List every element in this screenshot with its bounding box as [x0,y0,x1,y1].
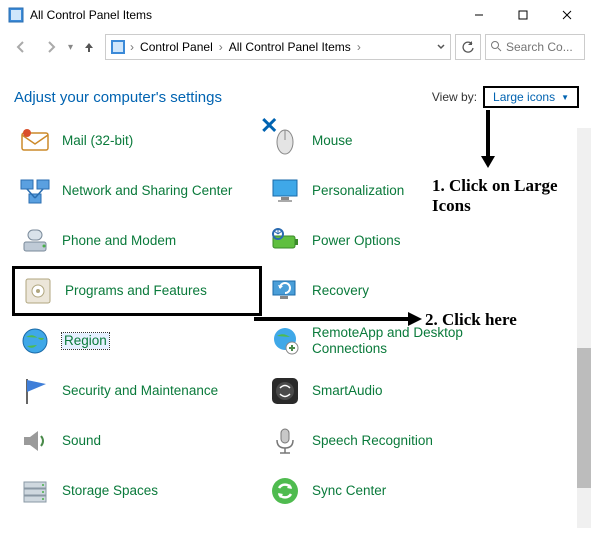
header-row: Adjust your computer's settings View by:… [0,64,593,116]
item-network-sharing[interactable]: Network and Sharing Center [12,166,262,216]
recent-dropdown-icon[interactable]: ▾ [68,42,73,53]
item-security-maintenance[interactable]: Security and Maintenance [12,366,262,416]
item-label: Phone and Modem [62,233,176,249]
battery-icon [268,224,302,258]
monitor-icon [268,174,302,208]
address-bar[interactable]: › Control Panel › All Control Panel Item… [105,34,451,60]
item-recovery[interactable]: Recovery [262,266,512,316]
address-dropdown-icon[interactable] [436,40,446,54]
storage-icon [18,474,52,508]
item-label: Mouse [312,133,353,149]
item-smartaudio[interactable]: SmartAudio [262,366,512,416]
item-label: Programs and Features [65,283,207,299]
item-mail[interactable]: Mail (32-bit) [12,116,262,166]
item-sync-center[interactable]: Sync Center [262,466,512,516]
title-bar: All Control Panel Items [0,0,593,30]
back-button[interactable] [8,34,34,60]
search-box[interactable] [485,34,585,60]
sync-icon [268,474,302,508]
search-input[interactable] [506,40,576,54]
up-button[interactable] [77,35,101,59]
close-button[interactable] [545,0,589,30]
item-speech-recognition[interactable]: Speech Recognition [262,416,512,466]
item-power-options[interactable]: Power Options [262,216,512,266]
annotation-arrow-down [478,108,498,173]
speaker-icon [18,424,52,458]
recovery-icon [268,274,302,308]
item-label: Storage Spaces [62,483,158,499]
maximize-button[interactable] [501,0,545,30]
address-icon [110,39,126,55]
forward-button[interactable] [38,34,64,60]
minimize-button[interactable] [457,0,501,30]
item-label: Recovery [312,283,369,299]
item-label: Security and Maintenance [62,383,218,399]
item-label: Network and Sharing Center [62,183,232,199]
control-panel-icon [8,7,24,23]
smartaudio-icon [268,374,302,408]
chevron-right-icon[interactable]: › [355,40,363,54]
partial-icon: ✕ [260,113,278,139]
item-region[interactable]: Region [12,316,262,366]
item-storage-spaces[interactable]: Storage Spaces [12,466,262,516]
navigation-bar: ▾ › Control Panel › All Control Panel It… [0,30,593,64]
refresh-button[interactable] [455,34,481,60]
item-label: Personalization [312,183,404,199]
globe-icon [18,324,52,358]
programs-icon [21,274,55,308]
item-label: SmartAudio [312,383,383,399]
item-label: Region [62,333,109,349]
vertical-scrollbar[interactable] [577,128,591,528]
flag-icon [18,374,52,408]
network-icon [18,174,52,208]
breadcrumb-current[interactable]: All Control Panel Items [227,38,353,56]
annotation-arrow-right [252,310,424,331]
item-label: Power Options [312,233,401,249]
viewby-value: Large icons [493,90,555,104]
item-label: Sound [62,433,101,449]
window-title: All Control Panel Items [30,8,457,22]
viewby-dropdown[interactable]: Large icons ▼ [483,86,579,108]
items-column-left: Mail (32-bit) Network and Sharing Center… [12,116,262,516]
item-label: Mail (32-bit) [62,133,133,149]
item-mouse[interactable]: Mouse [262,116,512,166]
breadcrumb-root[interactable]: Control Panel [138,38,215,56]
item-programs-features[interactable]: Programs and Features [12,266,262,316]
scrollbar-thumb[interactable] [577,348,591,488]
chevron-right-icon[interactable]: › [217,40,225,54]
item-label: Sync Center [312,483,386,499]
microphone-icon [268,424,302,458]
dropdown-triangle-icon: ▼ [561,93,569,102]
item-label: Speech Recognition [312,433,433,449]
page-heading: Adjust your computer's settings [14,89,222,106]
item-sound[interactable]: Sound [12,416,262,466]
item-phone-modem[interactable]: Phone and Modem [12,216,262,266]
mail-icon [18,124,52,158]
chevron-right-icon[interactable]: › [128,40,136,54]
search-icon [490,40,502,55]
item-personalization[interactable]: Personalization [262,166,512,216]
viewby-label: View by: [432,90,477,104]
phone-icon [18,224,52,258]
